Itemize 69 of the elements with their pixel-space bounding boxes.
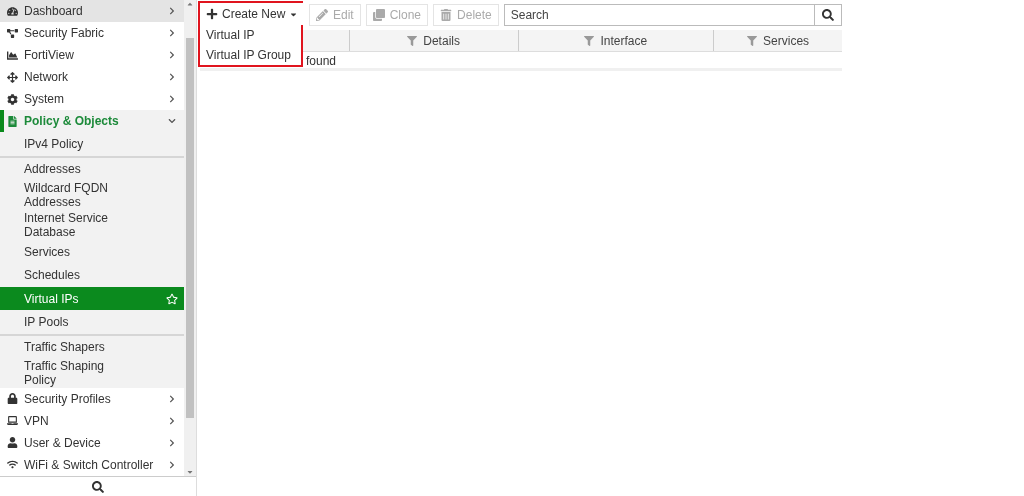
nav-label: User & Device <box>24 435 102 450</box>
menu-item[interactable]: Virtual IP Group <box>200 45 301 65</box>
copy-icon <box>372 9 385 21</box>
empty-message: found <box>306 54 337 68</box>
nav-icon <box>7 415 21 427</box>
search-icon[interactable] <box>92 480 104 493</box>
filter-icon <box>584 35 595 46</box>
chevron-icon <box>168 460 176 469</box>
scroll-up-icon[interactable] <box>186 0 194 8</box>
chevron-icon <box>168 394 176 403</box>
nav-label: Security Profiles <box>24 391 112 406</box>
nav-label: IPv4 Policy <box>24 137 84 152</box>
nav-subitem[interactable]: Internet Service Database <box>0 209 184 240</box>
nav-icon <box>7 49 21 61</box>
column-header[interactable]: Interface <box>517 30 714 51</box>
filter-icon <box>747 35 758 46</box>
search-field[interactable]: Search <box>503 4 814 26</box>
nav-label: VPN <box>24 413 50 428</box>
chevron-icon <box>168 438 176 447</box>
nav-subitem[interactable]: Traffic Shaping Policy <box>0 357 184 388</box>
chevron-icon <box>168 73 176 82</box>
nav-item[interactable]: Policy & Objects <box>0 110 184 133</box>
chevron-icon <box>168 117 176 126</box>
nav-label: Wildcard FQDN Addresses <box>24 180 109 209</box>
nav-subitem[interactable]: Schedules <box>0 263 184 287</box>
nav-label: Internet Service Database <box>24 210 110 239</box>
nav-icon <box>7 5 21 17</box>
nav-icon <box>7 27 21 39</box>
nav-label: IP Pools <box>24 315 69 330</box>
scrollbar[interactable] <box>184 0 196 476</box>
search-button[interactable] <box>814 4 842 26</box>
nav-item[interactable]: Dashboard <box>0 0 184 23</box>
chevron-icon <box>168 95 176 104</box>
nav-label: Addresses <box>24 161 81 176</box>
nav-icon <box>7 459 21 471</box>
nav-label: FortiView <box>24 48 75 63</box>
nav-subitem[interactable]: Addresses <box>0 155 184 180</box>
nav-label: Traffic Shapers <box>24 339 105 354</box>
chevron-icon <box>168 29 176 38</box>
star-icon[interactable] <box>166 292 178 305</box>
nav-label: System <box>24 92 65 107</box>
search-icon <box>822 9 834 21</box>
nav-subitem[interactable]: Services <box>0 239 184 264</box>
nav-subitem[interactable]: Virtual IPs <box>0 286 184 311</box>
chevron-icon <box>168 51 176 60</box>
scroll-down-icon[interactable] <box>186 468 194 476</box>
pencil-icon <box>316 9 328 21</box>
nav-label: Schedules <box>24 268 81 283</box>
column-header[interactable]: Details <box>348 30 518 51</box>
nav-label: Network <box>24 70 69 85</box>
menu-item[interactable]: Virtual IP <box>200 25 301 45</box>
nav-subitem[interactable]: Traffic Shapers <box>0 333 184 358</box>
nav-label: Services <box>24 244 70 259</box>
nav-label: WiFi & Switch Controller <box>24 457 155 472</box>
nav-label: Policy & Objects <box>24 114 120 129</box>
nav-label: Virtual IPs <box>24 291 79 306</box>
plus-icon <box>206 8 218 20</box>
trash-icon <box>440 9 453 21</box>
nav-icon <box>7 71 21 83</box>
nav-subitem[interactable]: IP Pools <box>0 310 184 334</box>
filter-icon <box>407 35 418 46</box>
chevron-icon <box>168 416 176 425</box>
nav-label: Security Fabric <box>24 26 106 41</box>
nav-label: Dashboard <box>24 4 84 19</box>
nav-label: Traffic Shaping Policy <box>24 358 106 387</box>
nav-subitem[interactable]: IPv4 Policy <box>0 132 184 156</box>
column-header[interactable]: Services <box>713 30 842 51</box>
nav-subitem[interactable]: Wildcard FQDN Addresses <box>0 179 184 210</box>
chevron-icon <box>168 7 176 16</box>
